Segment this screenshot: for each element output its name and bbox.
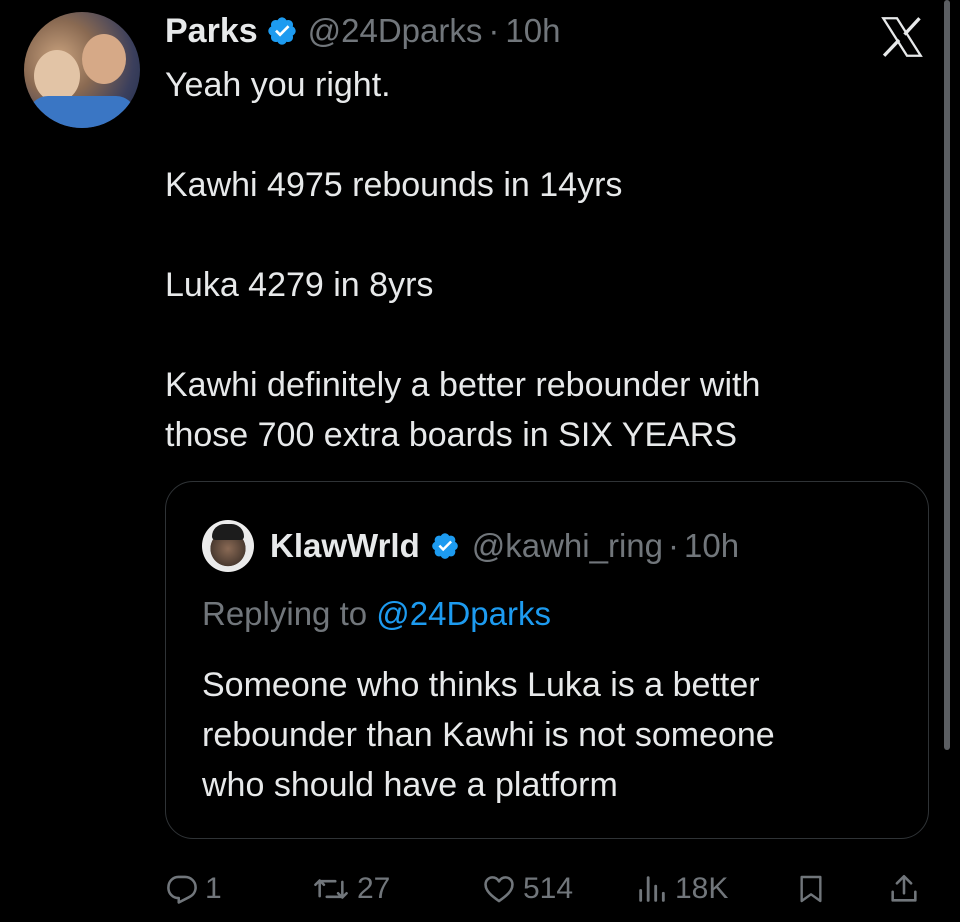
header-separator: · bbox=[488, 12, 500, 49]
tweet-body-line: those 700 extra boards in SIX YEARS bbox=[165, 416, 738, 454]
quoted-avatar-hair bbox=[212, 524, 244, 540]
author-handle[interactable]: @24Dparks bbox=[308, 12, 483, 50]
bookmark-button[interactable] bbox=[795, 866, 827, 912]
reply-count: 1 bbox=[205, 872, 222, 905]
tweet-action-bar: 1 27 514 18K bbox=[165, 866, 935, 912]
views-count: 18K bbox=[675, 872, 729, 905]
like-count: 514 bbox=[523, 872, 574, 905]
x-logo-icon bbox=[881, 17, 923, 57]
views-button[interactable]: 18K bbox=[635, 866, 728, 912]
tweet-body-line: Kawhi 4975 rebounds in 14yrs bbox=[165, 166, 623, 204]
replying-to-mention-link[interactable]: @24Dparks bbox=[376, 595, 551, 632]
tweet[interactable]: Parks @24Dparks · 10h Yeah you right. Ka… bbox=[0, 0, 960, 922]
repost-count: 27 bbox=[357, 872, 391, 905]
share-icon bbox=[891, 874, 917, 902]
quoted-author-display-name[interactable]: KlawWrld bbox=[270, 527, 420, 565]
author-display-name[interactable]: Parks bbox=[165, 12, 258, 51]
share-button[interactable] bbox=[887, 866, 921, 912]
avatar-child-face bbox=[34, 50, 80, 102]
quoted-tweet-header: KlawWrld @kawhi_ring · 10h bbox=[202, 520, 739, 572]
tweet-body-blank-line bbox=[165, 210, 905, 260]
replying-to-prefix: Replying to bbox=[202, 595, 377, 632]
heart-icon bbox=[484, 876, 514, 903]
quoted-tweet-card[interactable]: KlawWrld @kawhi_ring · 10h Replying to @… bbox=[165, 481, 929, 839]
bookmark-icon bbox=[800, 875, 822, 903]
tweet-timestamp[interactable]: 10h bbox=[505, 12, 560, 50]
tweet-body: Yeah you right. Kawhi 4975 rebounds in 1… bbox=[165, 60, 905, 460]
reply-button[interactable]: 1 bbox=[165, 866, 222, 912]
tweet-body-line: Yeah you right. bbox=[165, 66, 391, 104]
tweet-body-line: Luka 4279 in 8yrs bbox=[165, 266, 434, 304]
avatar-adult-face bbox=[82, 34, 126, 84]
like-button[interactable]: 514 bbox=[481, 866, 573, 912]
quoted-header-separator: · bbox=[668, 527, 679, 564]
tweet-body-blank-line bbox=[165, 110, 905, 160]
verified-badge-icon bbox=[431, 533, 458, 559]
tweet-body-line: Kawhi definitely a better rebounder with bbox=[165, 366, 761, 404]
quoted-body-line: rebounder than Kawhi is not someone bbox=[202, 716, 775, 754]
quoted-tweet-timestamp[interactable]: 10h bbox=[684, 527, 739, 565]
views-chart-icon bbox=[639, 876, 665, 902]
tweet-body-blank-line bbox=[165, 310, 905, 360]
quoted-body-line: Someone who thinks Luka is a better bbox=[202, 666, 760, 704]
verified-badge-icon bbox=[267, 17, 296, 45]
quoted-author-handle[interactable]: @kawhi_ring bbox=[472, 527, 663, 565]
avatar-shirt bbox=[28, 96, 136, 128]
quoted-tweet-body: Someone who thinks Luka is a better rebo… bbox=[202, 660, 902, 810]
reply-icon bbox=[167, 875, 197, 904]
replying-to-line: Replying to @24Dparks bbox=[202, 595, 551, 633]
quoted-body-line: who should have a platform bbox=[202, 766, 618, 804]
author-avatar[interactable] bbox=[24, 12, 140, 128]
tweet-header: Parks @24Dparks · 10h bbox=[165, 8, 560, 54]
repost-button[interactable]: 27 bbox=[311, 866, 390, 912]
repost-icon bbox=[314, 879, 348, 899]
scrollbar[interactable] bbox=[944, 0, 950, 750]
quoted-author-avatar[interactable] bbox=[202, 520, 254, 572]
